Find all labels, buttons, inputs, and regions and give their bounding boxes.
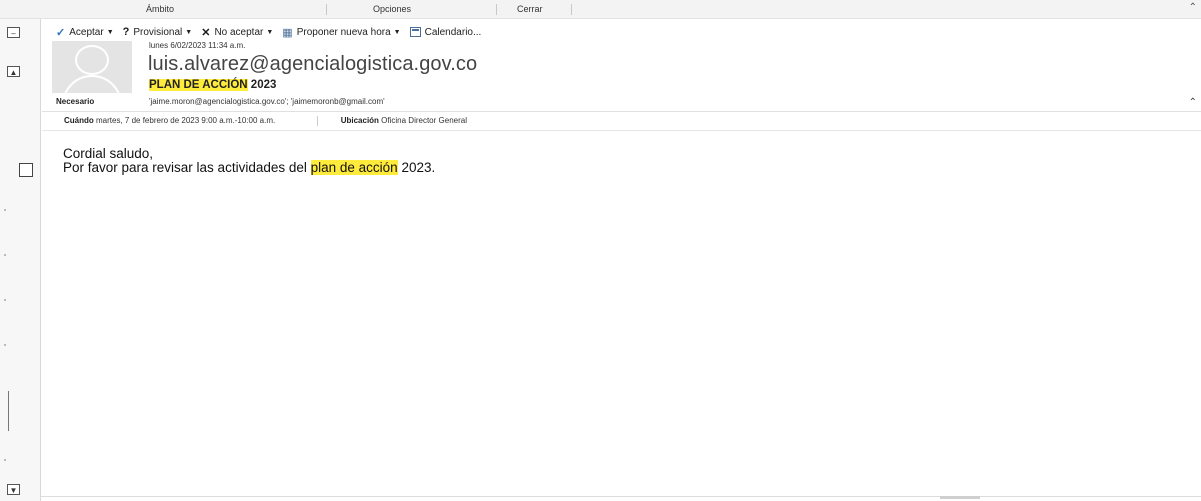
divider-dot xyxy=(4,459,6,461)
required-label: Necesario xyxy=(56,97,95,106)
ribbon-separator xyxy=(571,4,572,15)
subject-rest: 2023 xyxy=(247,79,277,91)
scroll-up-icon[interactable]: ‒ xyxy=(7,27,20,38)
body-line-prefix: Por favor para revisar las actividades d… xyxy=(63,160,311,175)
scroll-down-icon[interactable]: ▼ xyxy=(7,484,20,495)
x-mark-icon: ✕ xyxy=(201,26,211,39)
ribbon-group-opciones: Opciones xyxy=(373,4,412,14)
subject-highlight: PLAN DE ACCIÓN xyxy=(149,79,248,91)
dropdown-caret-icon: ▼ xyxy=(106,28,114,36)
tentative-button[interactable]: ? Provisional ▼ xyxy=(123,26,193,38)
sender-avatar xyxy=(52,41,132,93)
propose-new-time-button[interactable]: ▦ Proponer nueva hora ▼ xyxy=(282,26,400,39)
ribbon-group-ambito: Ámbito xyxy=(146,4,175,14)
avatar-body-icon xyxy=(62,75,122,93)
response-toolbar: ✓ Aceptar ▼ ? Provisional ▼ ✕ No aceptar… xyxy=(56,25,490,39)
horizontal-scroll-thumb[interactable] xyxy=(940,496,980,499)
question-mark-icon: ? xyxy=(122,26,130,38)
dropdown-caret-icon: ▼ xyxy=(393,28,401,36)
ribbon-group-cerrar: Cerrar xyxy=(517,4,543,14)
bottom-divider xyxy=(40,496,1201,497)
divider-dot xyxy=(4,254,6,256)
meeting-info-row: Cuándo martes, 7 de febrero de 2023 9:00… xyxy=(64,116,467,126)
checkmark-icon: ✓ xyxy=(56,26,66,39)
meeting-info-separator xyxy=(317,116,319,126)
message-date: lunes 6/02/2023 11:34 a.m. xyxy=(149,41,246,50)
accept-label: Aceptar xyxy=(69,26,104,38)
decline-label: No aceptar xyxy=(214,26,264,38)
avatar-head-icon xyxy=(75,45,109,75)
body-greeting: Cordial saludo, xyxy=(63,146,154,161)
calendar-label: Calendario... xyxy=(424,26,482,38)
left-pane: ‒ ▲ ▼ xyxy=(0,19,41,501)
body-line-highlight: plan de acción xyxy=(310,160,398,175)
ribbon-group-labels: Ámbito Opciones Cerrar ⌃ xyxy=(0,0,1201,19)
message-subject: PLAN DE ACCIÓN 2023 xyxy=(149,79,276,91)
ribbon-separator xyxy=(326,4,327,15)
dropdown-caret-icon: ▼ xyxy=(185,28,193,36)
item-checkbox[interactable] xyxy=(19,163,33,177)
meeting-divider xyxy=(42,130,1201,131)
scroll-indicator xyxy=(8,391,9,431)
dropdown-caret-icon: ▼ xyxy=(266,28,274,36)
body-line-suffix: 2023. xyxy=(397,160,436,175)
when-value: martes, 7 de febrero de 2023 9:00 a.m.-1… xyxy=(96,116,276,126)
body-line: Por favor para revisar las actividades d… xyxy=(63,160,436,175)
calendar-clock-icon: ▦ xyxy=(282,26,293,39)
tentative-label: Provisional xyxy=(133,26,183,38)
decline-button[interactable]: ✕ No aceptar ▼ xyxy=(201,26,273,39)
divider-dot xyxy=(4,344,6,346)
divider-dot xyxy=(4,209,6,211)
divider-dot xyxy=(4,299,6,301)
collapse-ribbon-icon[interactable]: ⌃ xyxy=(1189,2,1197,13)
message-body: Cordial saludo, Por favor para revisar l… xyxy=(63,147,435,175)
ribbon-separator xyxy=(496,4,497,15)
expand-up-icon[interactable]: ▲ xyxy=(7,66,20,77)
calendar-button[interactable]: Calendario... xyxy=(409,26,482,38)
propose-label: Proponer nueva hora xyxy=(296,26,391,38)
required-attendees[interactable]: 'jaime.moron@agencialogistica.gov.co'; '… xyxy=(149,97,385,106)
when-label: Cuándo xyxy=(64,116,94,126)
calendar-icon xyxy=(409,27,421,37)
sender-address[interactable]: luis.alvarez@agencialogistica.gov.co xyxy=(148,53,477,76)
header-divider xyxy=(42,111,1201,112)
collapse-header-icon[interactable]: ⌃ xyxy=(1189,97,1197,108)
location-value: Oficina Director General xyxy=(381,116,467,126)
location-label: Ubicación xyxy=(340,116,379,126)
accept-button[interactable]: ✓ Aceptar ▼ xyxy=(56,26,114,39)
